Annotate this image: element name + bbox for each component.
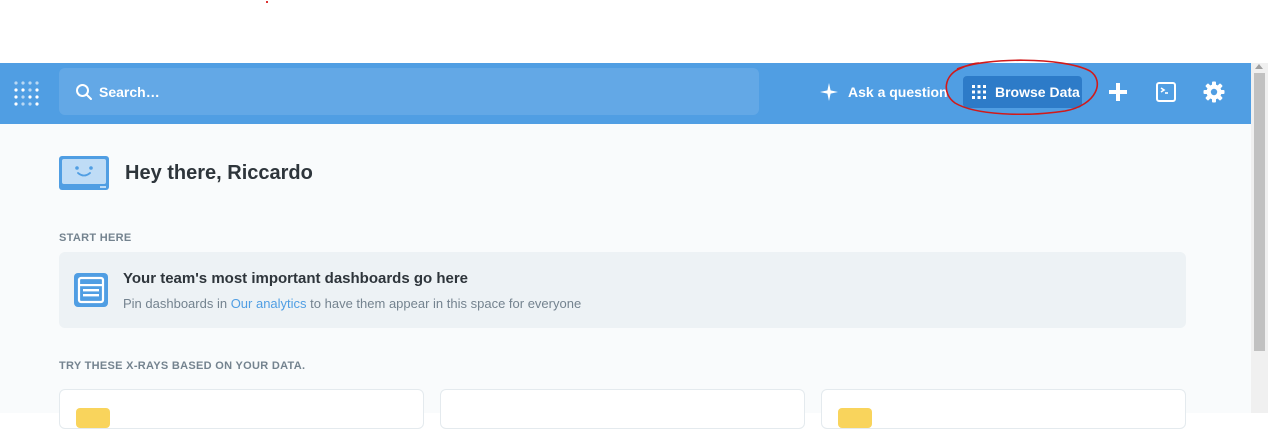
dashboard-icon	[74, 273, 108, 307]
pin-sub-text-before: Pin dashboards in	[123, 296, 231, 311]
xray-card-icon	[838, 408, 872, 428]
xrays-label: TRY THESE X-RAYS BASED ON YOUR DATA.	[59, 360, 306, 372]
search-bar[interactable]: Search…	[59, 68, 759, 115]
start-here-label: START HERE	[59, 232, 132, 244]
scroll-up-arrow-icon[interactable]	[1255, 64, 1263, 69]
page-top-blank	[0, 0, 1268, 63]
pin-subtitle: Pin dashboards in Our analytics to have …	[123, 296, 581, 311]
search-input[interactable]: Search…	[99, 84, 160, 100]
pin-title: Your team's most important dashboards go…	[123, 270, 469, 287]
xray-card[interactable]	[440, 389, 805, 429]
pin-sub-text-after: to have them appear in this space for ev…	[306, 296, 582, 311]
smiley-monitor-icon	[59, 156, 109, 190]
greeting-heading: Hey there, Riccardo	[125, 162, 313, 184]
terminal-icon[interactable]	[1154, 80, 1178, 104]
pinned-dashboards-placeholder: Your team's most important dashboards go…	[59, 252, 1186, 328]
plus-icon[interactable]	[1106, 80, 1130, 104]
ask-question-button[interactable]: Ask a question	[820, 80, 948, 104]
xray-card[interactable]	[59, 389, 424, 429]
metabase-logo-icon[interactable]	[12, 79, 42, 109]
our-analytics-link[interactable]: Our analytics	[231, 296, 307, 311]
main-content: Hey there, Riccardo START HERE Your team…	[0, 124, 1251, 429]
xray-card-icon	[76, 408, 110, 428]
stray-mark	[266, 1, 268, 3]
ask-question-label: Ask a question	[848, 84, 948, 100]
gear-icon[interactable]	[1202, 80, 1226, 104]
scrollbar[interactable]	[1251, 63, 1268, 413]
search-icon	[76, 83, 92, 100]
red-annotation-circle	[945, 59, 1099, 115]
sparkle-icon	[820, 83, 838, 101]
scrollbar-thumb[interactable]	[1254, 73, 1265, 351]
xray-card[interactable]	[821, 389, 1186, 429]
